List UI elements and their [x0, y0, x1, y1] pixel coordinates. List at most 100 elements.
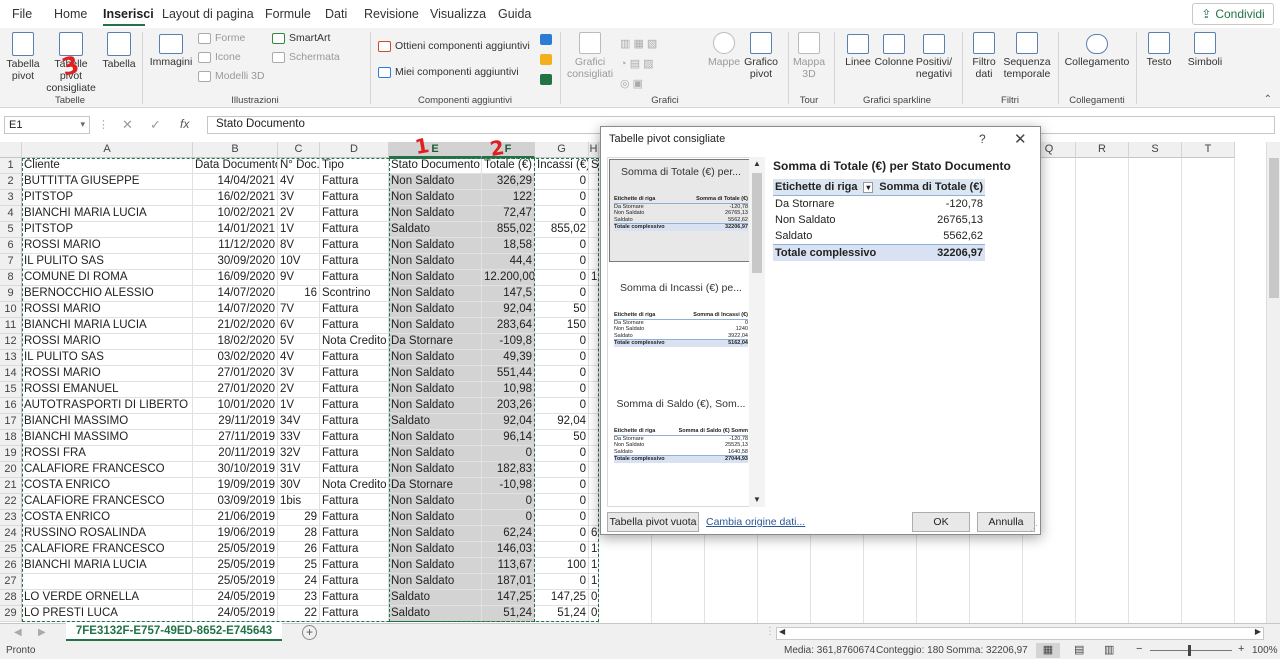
cell-e29[interactable]: Saldato — [389, 606, 482, 622]
row-header[interactable]: 8 — [0, 270, 22, 286]
add-sheet-button[interactable]: + — [302, 625, 317, 640]
cell-d24[interactable]: Fattura — [320, 526, 389, 542]
cell-d15[interactable]: Fattura — [320, 382, 389, 398]
cell-g28[interactable]: 147,25 — [535, 590, 589, 606]
cell-e1[interactable]: Stato Documento — [389, 158, 482, 174]
cell-d29[interactable]: Fattura — [320, 606, 389, 622]
cell-e13[interactable]: Non Saldato — [389, 350, 482, 366]
cell-b20[interactable]: 30/10/2019 — [193, 462, 278, 478]
cell-c25[interactable]: 26 — [278, 542, 320, 558]
cell-a13[interactable]: IL PULITO SAS — [22, 350, 193, 366]
cell-g29[interactable]: 51,24 — [535, 606, 589, 622]
cell-d18[interactable]: Fattura — [320, 430, 389, 446]
cell-f19[interactable]: 0 — [482, 446, 535, 462]
cell-h5[interactable] — [589, 222, 599, 238]
cell-g18[interactable]: 50 — [535, 430, 589, 446]
recommendation-title[interactable]: Conteggio di N° Doc. pe... — [608, 506, 754, 507]
cell-g7[interactable]: 0 — [535, 254, 589, 270]
share-button[interactable]: ⇪ Condividi — [1192, 3, 1274, 25]
cell-f27[interactable]: 187,01 — [482, 574, 535, 590]
cell-d28[interactable]: Fattura — [320, 590, 389, 606]
cell-f15[interactable]: 10,98 — [482, 382, 535, 398]
cell-a19[interactable]: ROSSI FRA — [22, 446, 193, 462]
cell-g24[interactable]: 0 — [535, 526, 589, 542]
cell-a14[interactable]: ROSSI MARIO — [22, 366, 193, 382]
row-header[interactable]: 4 — [0, 206, 22, 222]
column-header-s[interactable]: S — [1129, 142, 1182, 158]
cell-e21[interactable]: Da Stornare — [389, 478, 482, 494]
cell-b13[interactable]: 03/02/2020 — [193, 350, 278, 366]
cell-c29[interactable]: 22 — [278, 606, 320, 622]
shapes-button[interactable]: Forme — [198, 32, 245, 44]
cell-e6[interactable]: Non Saldato — [389, 238, 482, 254]
recommendation-thumbnail[interactable]: Etichette di riga Somma di Saldo (€) Somm… — [614, 428, 748, 463]
next-sheet-icon[interactable]: ▶ — [38, 627, 46, 638]
cell-d8[interactable]: Fattura — [320, 270, 389, 286]
cell-d17[interactable]: Fattura — [320, 414, 389, 430]
cell-a24[interactable]: RUSSINO ROSALINDA — [22, 526, 193, 542]
sparkline-winloss-button[interactable]: Positivi/ negativi — [914, 34, 954, 80]
cell-c12[interactable]: 5V — [278, 334, 320, 350]
row-header[interactable]: 27 — [0, 574, 22, 590]
cell-c19[interactable]: 32V — [278, 446, 320, 462]
recommendation-thumbnail[interactable]: Etichette di riga Somma di Incassi (€) Da … — [614, 312, 748, 347]
horizontal-scrollbar[interactable]: ◀ ▶ — [776, 627, 1264, 640]
cell-c14[interactable]: 3V — [278, 366, 320, 382]
row-header[interactable]: 19 — [0, 446, 22, 462]
cell-g20[interactable]: 0 — [535, 462, 589, 478]
cancel-icon[interactable]: ✕ — [122, 117, 133, 133]
cell-e22[interactable]: Non Saldato — [389, 494, 482, 510]
row-header[interactable]: 15 — [0, 382, 22, 398]
sparkline-column-button[interactable]: Colonne — [874, 34, 914, 68]
cell-c9[interactable]: 16 — [278, 286, 320, 302]
cell-a4[interactable]: BIANCHI MARIA LUCIA — [22, 206, 193, 222]
cell-f17[interactable]: 92,04 — [482, 414, 535, 430]
cell-c5[interactable]: 1V — [278, 222, 320, 238]
cell-c13[interactable]: 4V — [278, 350, 320, 366]
cell-b10[interactable]: 14/07/2020 — [193, 302, 278, 318]
list-scrollbar-thumb[interactable] — [752, 173, 762, 273]
cell-a21[interactable]: COSTA ENRICO — [22, 478, 193, 494]
cell-e15[interactable]: Non Saldato — [389, 382, 482, 398]
cell-a8[interactable]: COMUNE DI ROMA — [22, 270, 193, 286]
ok-button[interactable]: OK — [912, 512, 970, 532]
cell-a12[interactable]: ROSSI MARIO — [22, 334, 193, 350]
cell-g14[interactable]: 0 — [535, 366, 589, 382]
row-header[interactable]: 26 — [0, 558, 22, 574]
row-header[interactable]: 22 — [0, 494, 22, 510]
cell-a27[interactable] — [22, 574, 193, 590]
cell-c23[interactable]: 29 — [278, 510, 320, 526]
cell-d19[interactable]: Fattura — [320, 446, 389, 462]
row-header[interactable]: 20 — [0, 462, 22, 478]
row-header[interactable]: 10 — [0, 302, 22, 318]
cell-a22[interactable]: CALAFIORE FRANCESCO — [22, 494, 193, 510]
blank-pivot-button[interactable]: Tabella pivot vuota — [607, 512, 699, 532]
tab-visualizza[interactable]: Visualizza — [430, 7, 486, 21]
name-box[interactable]: E1 ▾ — [4, 116, 90, 134]
cell-b29[interactable]: 24/05/2019 — [193, 606, 278, 622]
cell-g15[interactable]: 0 — [535, 382, 589, 398]
cell-b24[interactable]: 19/06/2019 — [193, 526, 278, 542]
cell-a29[interactable]: LO PRESTI LUCA — [22, 606, 193, 622]
cell-d7[interactable]: Fattura — [320, 254, 389, 270]
cell-b2[interactable]: 14/04/2021 — [193, 174, 278, 190]
cell-c20[interactable]: 31V — [278, 462, 320, 478]
cell-h25[interactable]: 146,03 — [589, 542, 599, 558]
cell-g19[interactable]: 0 — [535, 446, 589, 462]
row-header[interactable]: 23 — [0, 510, 22, 526]
cell-a18[interactable]: BIANCHI MASSIMO — [22, 430, 193, 446]
zoom-out-icon[interactable]: − — [1136, 643, 1142, 655]
cell-c21[interactable]: 30V — [278, 478, 320, 494]
cell-f16[interactable]: 203,26 — [482, 398, 535, 414]
cell-c24[interactable]: 28 — [278, 526, 320, 542]
cell-h16[interactable] — [589, 398, 599, 414]
cell-c22[interactable]: 1bis — [278, 494, 320, 510]
cell-f12[interactable]: -109,8 — [482, 334, 535, 350]
row-header[interactable]: 5 — [0, 222, 22, 238]
recommendation-thumbnail[interactable]: Etichette di riga Somma di Totale (€) Da S… — [614, 196, 748, 231]
cell-h6[interactable] — [589, 238, 599, 254]
cell-a1[interactable]: Cliente — [22, 158, 193, 174]
bing-icon[interactable] — [540, 34, 552, 45]
cell-h21[interactable] — [589, 478, 599, 494]
help-icon[interactable]: ? — [979, 132, 986, 146]
